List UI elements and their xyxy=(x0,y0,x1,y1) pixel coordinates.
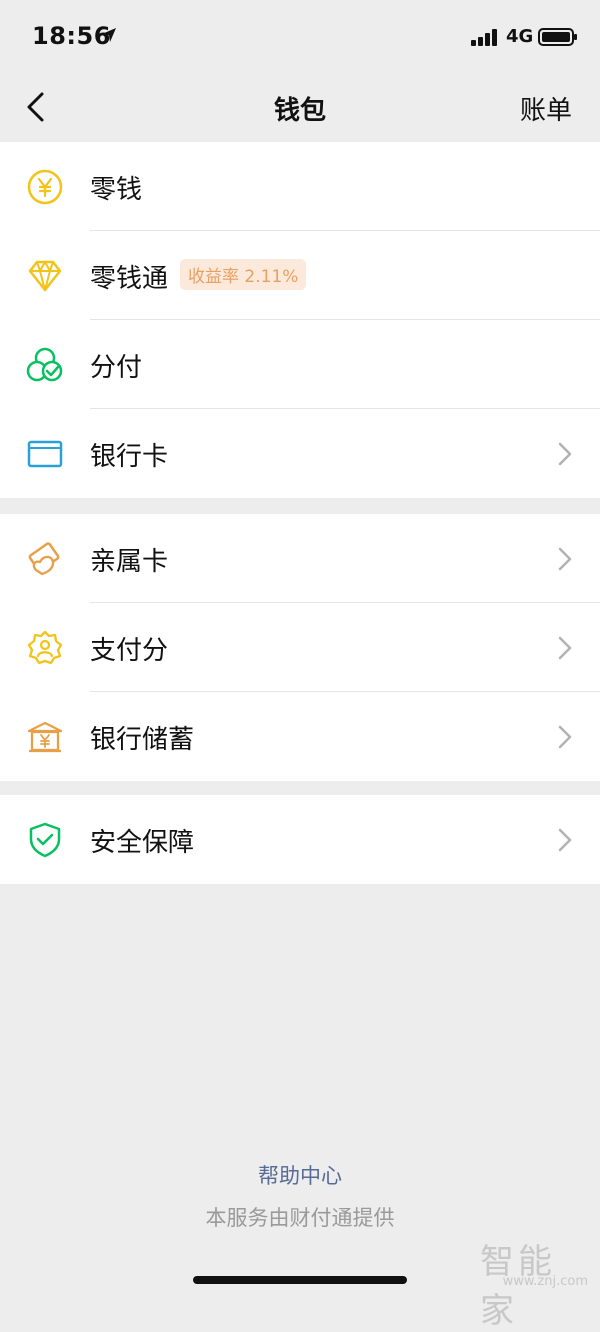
network-type: 4G xyxy=(506,26,534,47)
wallet-group-1: 零钱 零钱通 收益率 2.11% 分付 银行卡 xyxy=(0,142,600,498)
status-bar: 18:56 4G xyxy=(0,0,600,72)
nav-bar: 钱包 账单 xyxy=(0,72,600,142)
yen-coin-icon xyxy=(27,169,63,205)
battery-icon xyxy=(538,28,577,46)
list-item-change[interactable]: 零钱 xyxy=(0,142,600,231)
page-title: 钱包 xyxy=(273,96,326,126)
list-item-label: 支付分 xyxy=(90,636,169,666)
shield-icon xyxy=(29,822,61,858)
location-arrow-icon xyxy=(102,28,116,42)
diamond-icon xyxy=(28,260,62,292)
chevron-right-icon xyxy=(558,547,572,571)
list-item-label: 分付 xyxy=(90,353,143,383)
list-item-bank-savings[interactable]: 银行储蓄 xyxy=(0,692,600,781)
family-card-icon xyxy=(28,542,60,576)
list-item-label: 安全保障 xyxy=(90,828,195,858)
list-item-label: 零钱通 xyxy=(90,264,169,294)
bank-savings-icon xyxy=(27,721,63,753)
chevron-right-icon xyxy=(558,828,572,852)
help-center-link[interactable]: 帮助中心 xyxy=(0,1160,600,1190)
list-item-label: 零钱 xyxy=(90,175,143,205)
watermark-logo: 智能家 www.znj.com xyxy=(480,1234,590,1331)
list-item-lingqiantong[interactable]: 零钱通 收益率 2.11% xyxy=(0,231,600,320)
chevron-right-icon xyxy=(558,636,572,660)
list-item-security[interactable]: 安全保障 xyxy=(0,795,600,884)
list-item-pay-score[interactable]: 支付分 xyxy=(0,603,600,692)
wallet-group-2: 亲属卡 支付分 银行储蓄 xyxy=(0,514,600,781)
chevron-right-icon xyxy=(558,725,572,749)
wallet-group-3: 安全保障 xyxy=(0,795,600,884)
yield-rate-badge: 收益率 2.11% xyxy=(180,259,307,290)
list-item-label: 银行卡 xyxy=(90,442,169,472)
home-indicator[interactable] xyxy=(193,1276,407,1284)
watermark-url: www.znj.com xyxy=(502,1274,588,1289)
bill-link[interactable]: 账单 xyxy=(520,90,572,127)
list-item-label: 亲属卡 xyxy=(90,547,169,577)
signal-bars-icon xyxy=(471,29,497,46)
chevron-right-icon xyxy=(558,442,572,466)
list-item-label: 银行储蓄 xyxy=(90,725,195,755)
provider-note: 本服务由财付通提供 xyxy=(205,1206,395,1230)
list-item-bank-card[interactable]: 银行卡 xyxy=(0,409,600,498)
pay-score-icon xyxy=(27,630,63,665)
bank-card-icon xyxy=(27,440,63,468)
fenfu-icon xyxy=(26,347,63,382)
list-item-family-card[interactable]: 亲属卡 xyxy=(0,514,600,603)
list-item-fenfu[interactable]: 分付 xyxy=(0,320,600,409)
